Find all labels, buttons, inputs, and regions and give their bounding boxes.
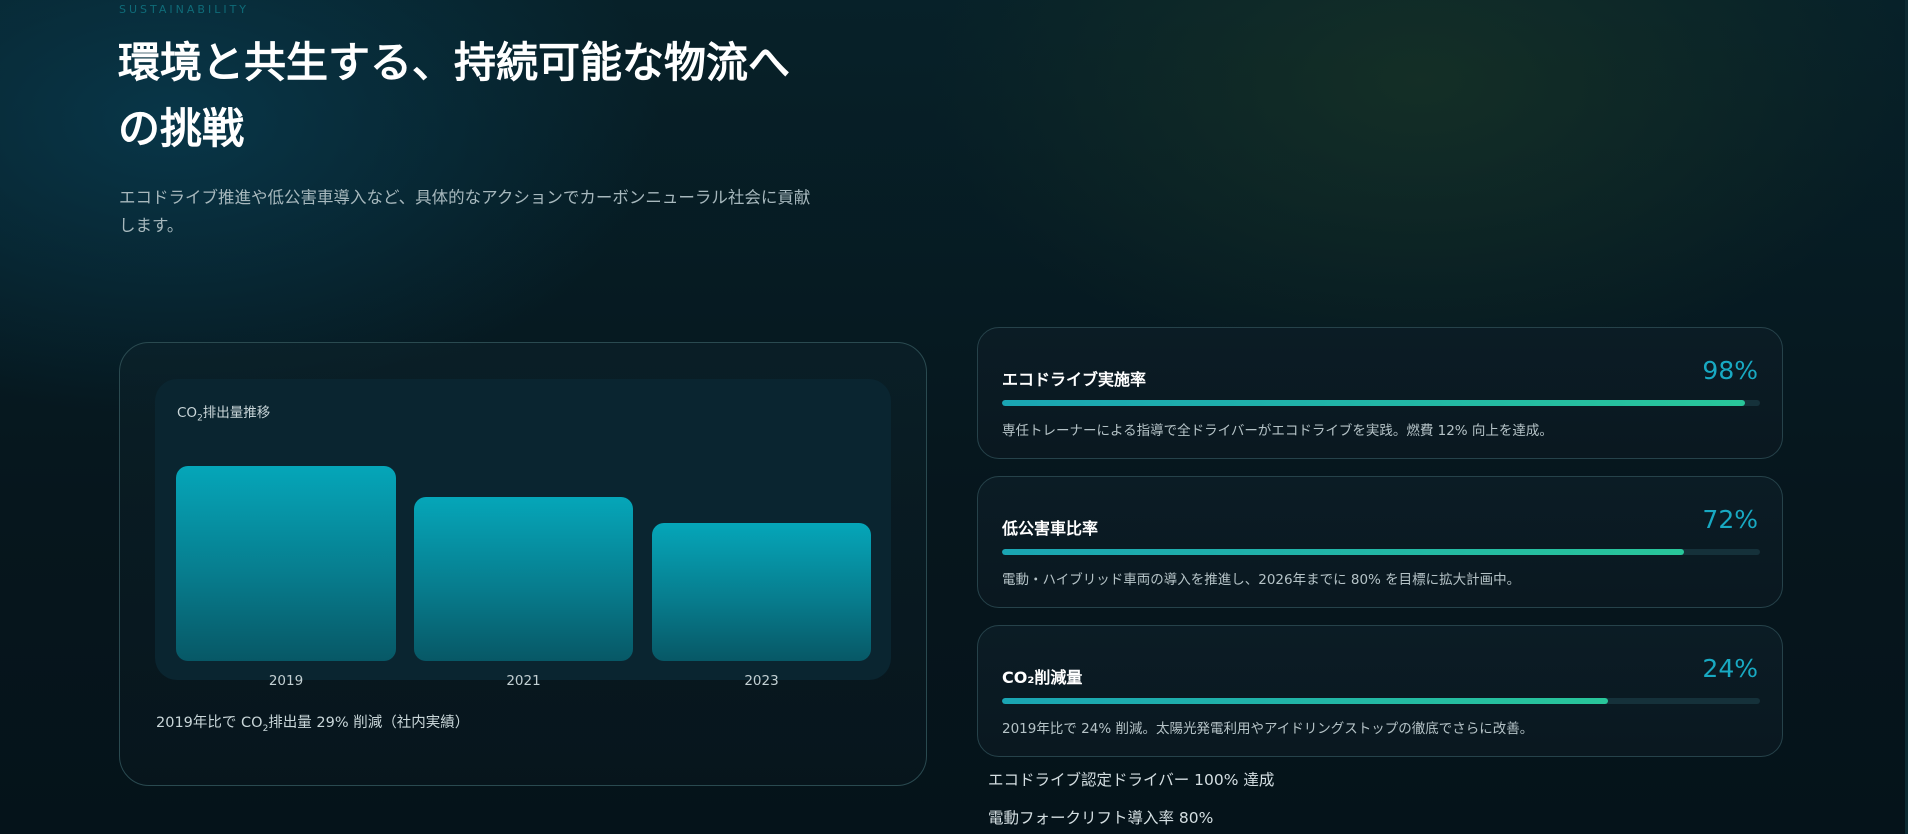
achievement-item: 電動フォークリフト導入率 80% (988, 809, 1214, 827)
metric-value: 24% (1702, 654, 1758, 683)
metric-description: 電動・ハイブリッド車両の導入を推進し、2026年までに 80% を目標に拡大計画… (1002, 572, 1521, 588)
section-title: 環境と共生する、持続可能な物流への挑戦 (118, 38, 791, 153)
progress-track (1002, 549, 1760, 555)
progress-fill (1002, 549, 1685, 555)
chart-title: CO2排出量推移 (177, 405, 271, 424)
metric-value: 98% (1702, 356, 1758, 385)
chart-bar-2023 (652, 522, 871, 661)
metric-name: 低公害車比率 (1002, 519, 1099, 538)
metric-card-eco-drive: エコドライブ実施率 98% 専任トレーナーによる指導で全ドライバーがエコドライブ… (977, 327, 1783, 459)
achievement-item: エコドライブ認定ドライバー 100% 達成 (988, 771, 1275, 789)
section-lead: エコドライブ推進や低公害車導入など、具体的なアクションでカーボンニューラル社会に… (119, 188, 811, 235)
progress-fill (1002, 698, 1609, 704)
progress-track (1002, 698, 1760, 704)
metric-name: エコドライブ実施率 (1002, 370, 1147, 389)
metric-name: CO₂削減量 (1002, 668, 1083, 687)
section-eyebrow: SUSTAINABILITY (119, 3, 250, 16)
metric-description: 2019年比で 24% 削減。太陽光発電利用やアイドリングストップの徹底でさらに… (1002, 721, 1534, 737)
metric-card-low-emission: 低公害車比率 72% 電動・ハイブリッド車両の導入を推進し、2026年までに 8… (977, 476, 1783, 608)
chart-bar-2019 (176, 466, 396, 661)
x-tick-label: 2023 (744, 673, 779, 689)
metric-description: 専任トレーナーによる指導で全ドライバーがエコドライブを実践。燃費 12% 向上を… (1002, 423, 1553, 439)
progress-track (1002, 400, 1760, 406)
chart-bar-2021 (414, 497, 633, 661)
progress-fill (1002, 400, 1745, 406)
metric-value: 72% (1702, 505, 1758, 534)
x-tick-label: 2021 (506, 673, 541, 689)
metric-card-co2-reduction: CO₂削減量 24% 2019年比で 24% 削減。太陽光発電利用やアイドリング… (977, 625, 1783, 757)
x-tick-label: 2019 (268, 673, 304, 689)
chart-note: 2019年比で CO2排出量 29% 削減（社内実績） (156, 715, 470, 734)
